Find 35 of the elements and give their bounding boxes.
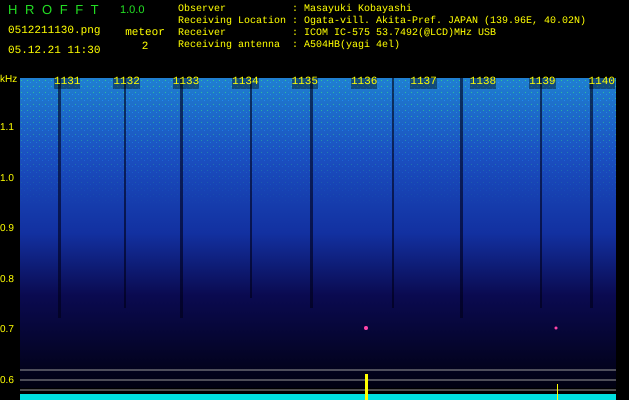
time-label: 1134 [232,76,259,89]
info-separator: : [292,16,300,28]
info-value: A504HB(yagi 4el) [304,40,400,52]
meteor-count: 2 [142,40,148,54]
time-label: 1132 [113,76,140,89]
info-value: Ogata-vill. Akita-Pref. JAPAN (139.96E, 40.02N) [304,16,586,28]
info-separator: : [292,28,300,40]
app-version: 1.0.0 [120,3,144,18]
info-label: Receiver [178,28,228,40]
info-separator: : [292,40,300,52]
info-value: Masayuki Kobayashi [304,4,412,16]
axis-unit: kHz [0,74,18,86]
axis-label: 1.0 [0,172,14,184]
info-value: ICOM IC-575 53.7492(@LCD)MHz USB [304,28,496,40]
axis-label: 1.1 [0,122,14,134]
time-label: 1140 [588,76,615,89]
app-title: H R O F F T [8,2,100,18]
time-label: 1133 [172,76,200,89]
axis-label: 0.7 [0,324,14,336]
axis-label: 0.6 [0,374,14,386]
time-label: 1139 [529,76,556,89]
date-time: 05.12.21 11:30 [8,44,102,58]
info-label: Receiving Location [178,16,288,28]
time-label: 1137 [410,76,437,89]
time-label: 1131 [54,76,80,89]
info-label: Observer [178,4,228,16]
axis-label: 0.9 [0,223,14,235]
file-name: 0512211130.png [8,24,102,38]
time-label: 1138 [470,76,496,89]
axis-label: 0.8 [0,274,14,286]
info-separator: : [292,4,300,16]
time-label: 1135 [292,76,318,89]
time-label: 1136 [350,76,378,89]
meteor-label: meteor [125,26,165,40]
info-label: Receiving antenna [178,40,282,52]
